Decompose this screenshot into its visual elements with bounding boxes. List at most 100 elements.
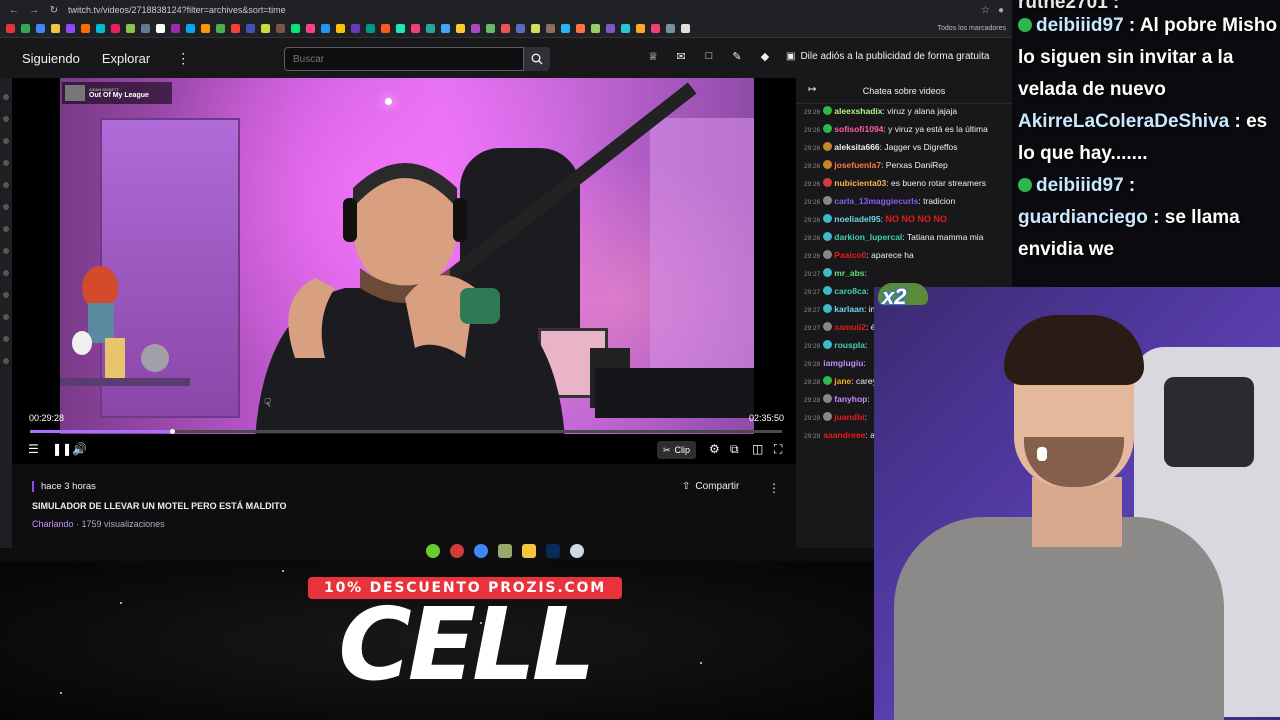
folder-icon[interactable]	[522, 544, 536, 558]
bookmark-favicon-icon[interactable]	[321, 24, 330, 33]
chat-badge-icon[interactable]	[823, 250, 833, 259]
chat-username[interactable]: aleksita666	[834, 142, 879, 152]
chat-badge-icon[interactable]	[823, 106, 833, 115]
bookmark-favicon-icon[interactable]	[456, 24, 465, 33]
search-button[interactable]	[524, 47, 550, 71]
bookmark-favicon-icon[interactable]	[141, 24, 150, 33]
bookmark-favicon-icon[interactable]	[531, 24, 540, 33]
chat-badge-icon[interactable]	[823, 304, 833, 313]
crown-icon[interactable]: ♕	[646, 50, 660, 63]
rail-avatar[interactable]	[3, 314, 9, 320]
bookmark-favicon-icon[interactable]	[276, 24, 285, 33]
back-icon[interactable]: ←	[8, 5, 20, 16]
bookmark-favicon-icon[interactable]	[231, 24, 240, 33]
chat-username[interactable]: fanyhop	[834, 394, 867, 404]
all-bookmarks-label[interactable]: Todos los marcadores	[938, 25, 1006, 32]
bookmark-favicon-icon[interactable]	[561, 24, 570, 33]
rail-avatar[interactable]	[3, 270, 9, 276]
bookmark-favicon-icon[interactable]	[36, 24, 45, 33]
bookmark-favicon-icon[interactable]	[651, 24, 660, 33]
chat-username[interactable]: josefuenla7	[834, 160, 881, 170]
bookmark-favicon-icon[interactable]	[471, 24, 480, 33]
chat-badge-icon[interactable]	[823, 394, 833, 403]
bookmark-favicon-icon[interactable]	[366, 24, 375, 33]
bookmark-favicon-icon[interactable]	[501, 24, 510, 33]
chat-username[interactable]: rouspla	[834, 340, 865, 350]
chat-username[interactable]: xamuii2	[834, 322, 866, 332]
reload-icon[interactable]: ↻	[48, 5, 60, 16]
ad-free-link[interactable]: ▣ Dile adiós a la publicidad de forma gr…	[786, 51, 989, 62]
bits-icon[interactable]: ◆	[758, 50, 772, 63]
bookmark-favicon-icon[interactable]	[681, 24, 690, 33]
app-icon[interactable]	[450, 544, 464, 558]
bookmark-favicon-icon[interactable]	[81, 24, 90, 33]
rail-avatar[interactable]	[3, 358, 9, 364]
bookmark-favicon-icon[interactable]	[306, 24, 315, 33]
url-field[interactable]: twitch.tv/videos/2718838124?filter=archi…	[68, 5, 973, 15]
settings-gear-icon[interactable]: ⚙	[709, 442, 720, 456]
chat-username[interactable]: aleexshadix	[834, 106, 882, 116]
bookmark-favicon-icon[interactable]	[21, 24, 30, 33]
bookmark-favicon-icon[interactable]	[486, 24, 495, 33]
profile-icon[interactable]: ●	[998, 5, 1004, 16]
chat-badge-icon[interactable]	[823, 340, 833, 349]
whispers-icon[interactable]: □	[702, 50, 716, 63]
chat-badge-icon[interactable]	[823, 214, 833, 223]
app-icon[interactable]	[498, 544, 512, 558]
rail-avatar[interactable]	[3, 292, 9, 298]
rail-avatar[interactable]	[3, 116, 9, 122]
bookmark-favicon-icon[interactable]	[126, 24, 135, 33]
bookmark-favicon-icon[interactable]	[411, 24, 420, 33]
bookmark-favicon-icon[interactable]	[606, 24, 615, 33]
chat-badge-icon[interactable]	[823, 286, 833, 295]
search-input[interactable]	[284, 47, 524, 71]
chat-username[interactable]: sofisofi1094	[834, 124, 883, 134]
video-player[interactable]: AIDAN BISSETT Out Of My League ☟ 00:29:2…	[12, 78, 796, 464]
chat-username[interactable]: juandbi	[834, 412, 864, 422]
chat-username[interactable]: aaandreee	[823, 430, 865, 440]
clip-button[interactable]: ✂ Clip	[657, 441, 697, 459]
fullscreen-icon[interactable]: ⛶	[774, 442, 782, 457]
bookmark-favicon-icon[interactable]	[156, 24, 165, 33]
bookmark-favicon-icon[interactable]	[381, 24, 390, 33]
rail-avatar[interactable]	[3, 248, 9, 254]
rail-avatar[interactable]	[3, 336, 9, 342]
bookmark-favicon-icon[interactable]	[441, 24, 450, 33]
volume-icon[interactable]: 🔊	[72, 442, 87, 456]
pause-icon[interactable]: ❚❚	[52, 442, 72, 456]
chat-username[interactable]: caro8ca	[834, 286, 866, 296]
chat-username[interactable]: nubicienta03	[834, 178, 886, 188]
rail-avatar[interactable]	[3, 204, 9, 210]
more-menu-icon[interactable]: ⋮	[176, 50, 190, 67]
chat-badge-icon[interactable]	[823, 124, 833, 133]
rail-avatar[interactable]	[3, 160, 9, 166]
bookmark-favicon-icon[interactable]	[51, 24, 60, 33]
bookmark-favicon-icon[interactable]	[6, 24, 15, 33]
chat-badge-icon[interactable]	[823, 178, 833, 187]
rail-avatar[interactable]	[3, 138, 9, 144]
drops-icon[interactable]: ✎	[730, 50, 744, 63]
bookmark-favicon-icon[interactable]	[576, 24, 585, 33]
bookmark-favicon-icon[interactable]	[201, 24, 210, 33]
category-link[interactable]: Charlando	[32, 519, 74, 529]
chat-username[interactable]: karlaan	[834, 304, 864, 314]
miniplayer-icon[interactable]: ⧉	[730, 442, 739, 457]
bookmark-favicon-icon[interactable]	[111, 24, 120, 33]
following-link[interactable]: Siguiendo	[22, 51, 80, 66]
bookmark-favicon-icon[interactable]	[636, 24, 645, 33]
forward-icon[interactable]: →	[28, 5, 40, 16]
bookmark-favicon-icon[interactable]	[261, 24, 270, 33]
chat-badge-icon[interactable]	[823, 160, 833, 169]
chat-badge-icon[interactable]	[823, 142, 833, 151]
chat-badge-icon[interactable]	[823, 268, 833, 277]
bookmark-star-icon[interactable]: ☆	[981, 5, 990, 16]
rail-avatar[interactable]	[3, 94, 9, 100]
chat-badge-icon[interactable]	[823, 196, 833, 205]
bookmark-favicon-icon[interactable]	[96, 24, 105, 33]
chat-username[interactable]: carla_13maggiecurls	[834, 196, 918, 206]
browse-link[interactable]: Explorar	[102, 51, 150, 66]
bookmark-favicon-icon[interactable]	[291, 24, 300, 33]
chat-username[interactable]: noeliadel95	[834, 214, 880, 224]
seek-bar[interactable]	[30, 429, 782, 434]
video-frame[interactable]	[60, 78, 754, 434]
